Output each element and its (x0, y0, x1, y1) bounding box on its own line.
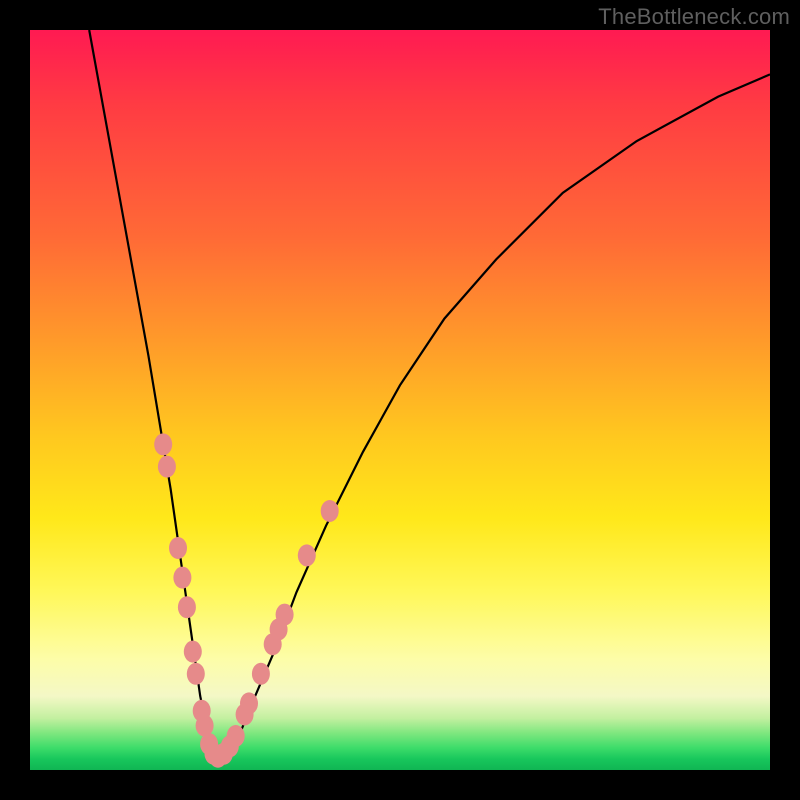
highlight-dot (169, 537, 187, 559)
plot-area (30, 30, 770, 770)
highlight-dot (158, 456, 176, 478)
highlight-dot (187, 663, 205, 685)
highlight-dot (227, 725, 245, 747)
highlight-dots-group (154, 433, 339, 767)
chart-svg (30, 30, 770, 770)
highlight-dot (173, 567, 191, 589)
highlight-dot (321, 500, 339, 522)
highlight-dot (154, 433, 172, 455)
chart-frame: TheBottleneck.com (0, 0, 800, 800)
highlight-dot (252, 663, 270, 685)
highlight-dot (298, 544, 316, 566)
highlight-dot (184, 641, 202, 663)
highlight-dot (276, 604, 294, 626)
highlight-dot (196, 715, 214, 737)
watermark-text: TheBottleneck.com (598, 4, 790, 30)
highlight-dot (178, 596, 196, 618)
highlight-dot (240, 692, 258, 714)
